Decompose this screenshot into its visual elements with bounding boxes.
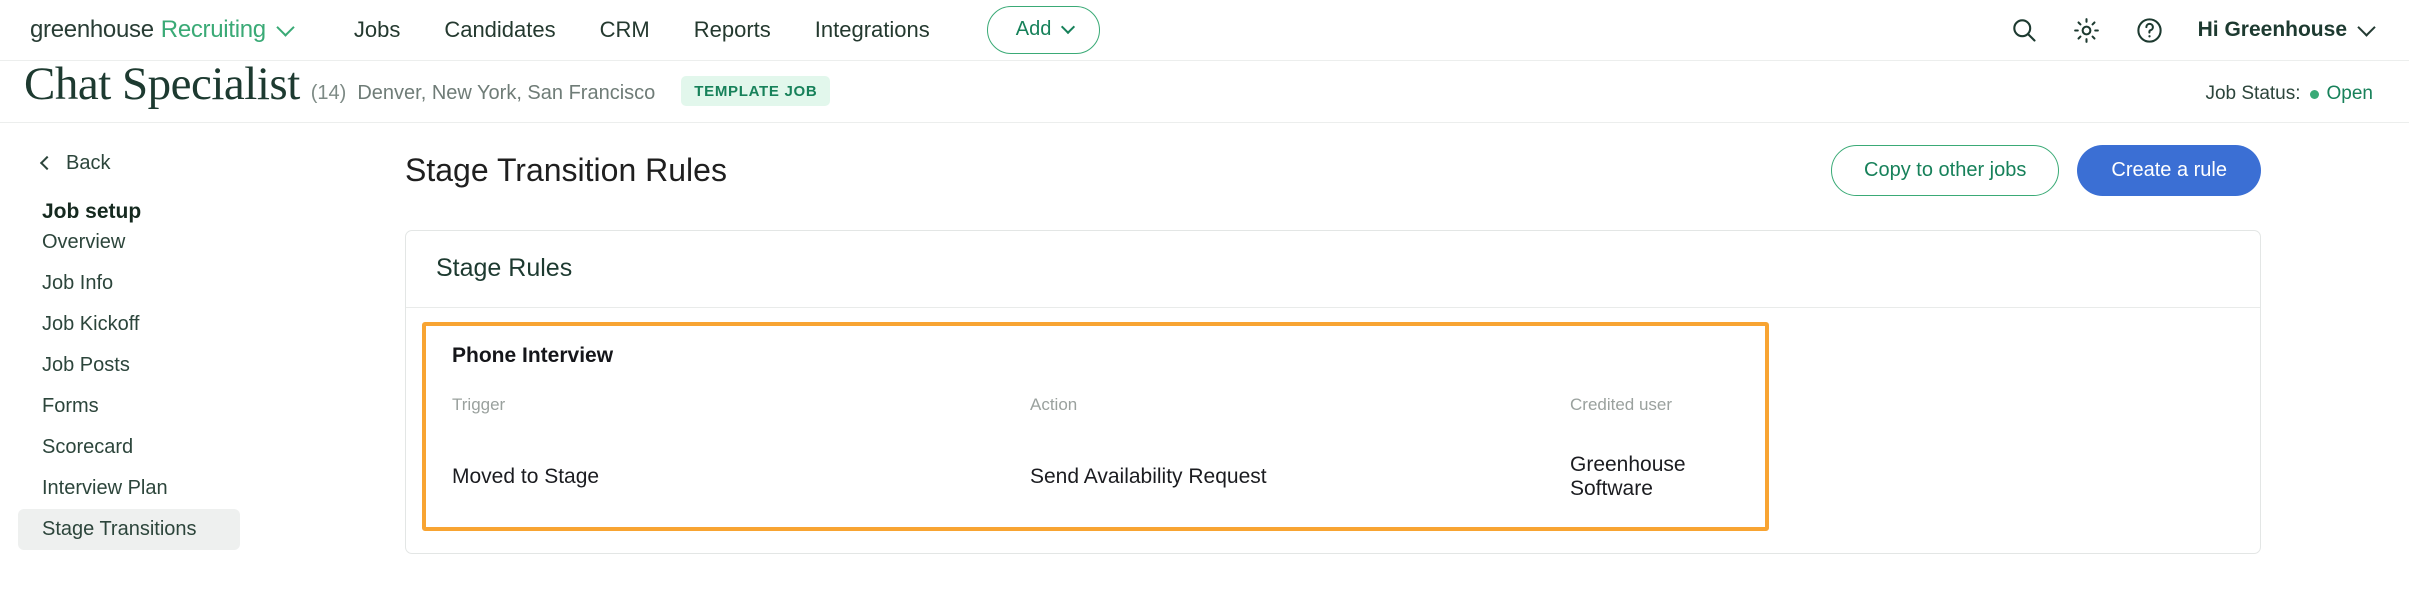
- job-status-label: Job Status:: [2205, 83, 2301, 104]
- card-body: Phone Interview Trigger Action Credited …: [406, 308, 2260, 553]
- sidebar-item-label: Job Kickoff: [42, 313, 140, 335]
- sidebar-section-heading: Job setup: [42, 200, 142, 223]
- column-header-action: Action: [1030, 395, 1078, 414]
- rules-table: Trigger Action Credited user Moved to St…: [452, 395, 1739, 501]
- column-header-trigger: Trigger: [452, 395, 506, 414]
- nav-link-reports[interactable]: Reports: [672, 17, 793, 43]
- job-count: (14): [310, 82, 347, 104]
- section-title: Stage Transition Rules: [405, 152, 727, 188]
- greenhouse-logo[interactable]: greenhouse Recruiting: [30, 16, 295, 44]
- sidebar-item-scorecard[interactable]: Scorecard: [18, 427, 240, 468]
- top-navigation-bar: greenhouse Recruiting Jobs Candidates CR…: [0, 0, 2409, 61]
- sidebar-item-job-kickoff[interactable]: Job Kickoff: [18, 304, 240, 345]
- table-row[interactable]: Moved to Stage Send Availability Request…: [452, 453, 1739, 501]
- nav-link-integrations[interactable]: Integrations: [793, 17, 952, 43]
- table-header-row: Trigger Action Credited user: [452, 395, 1739, 453]
- back-button[interactable]: Back: [0, 148, 260, 178]
- user-menu[interactable]: Hi Greenhouse: [2197, 17, 2376, 42]
- search-icon[interactable]: [2010, 16, 2038, 44]
- sidebar-item-label: Job Posts: [42, 354, 130, 376]
- job-status: Job Status: Open: [2205, 83, 2373, 105]
- header-actions: Copy to other jobs Create a rule: [1831, 145, 2261, 196]
- sidebar-item-label: Overview: [42, 231, 126, 253]
- sidebar-item-label: Scorecard: [42, 436, 134, 458]
- add-button[interactable]: Add: [986, 6, 1101, 54]
- main-header: Stage Transition Rules Copy to other job…: [405, 145, 2261, 196]
- nav-right-cluster: Hi Greenhouse: [2010, 16, 2376, 45]
- nav-link-candidates[interactable]: Candidates: [422, 17, 577, 43]
- page-body: Back Job setup Overview Job Info Job Kic…: [0, 123, 2409, 590]
- add-button-label: Add: [1015, 18, 1052, 40]
- stage-rules-card: Stage Rules Phone Interview Trigger Acti…: [405, 230, 2261, 554]
- create-a-rule-button[interactable]: Create a rule: [2077, 145, 2261, 196]
- chevron-down-icon: [2357, 17, 2376, 37]
- highlighted-rule-block[interactable]: Phone Interview Trigger Action Credited …: [422, 322, 1769, 531]
- nav-link-crm[interactable]: CRM: [578, 17, 672, 43]
- logo-secondary-text: Recruiting: [160, 16, 266, 43]
- sidebar-item-label: Forms: [42, 395, 99, 417]
- sidebar-item-overview[interactable]: Overview: [18, 222, 240, 263]
- user-greeting-label: Hi Greenhouse: [2197, 18, 2347, 41]
- chevron-down-icon: [276, 17, 295, 37]
- logo-primary-text: greenhouse: [30, 16, 154, 43]
- cell-trigger: Moved to Stage: [452, 465, 600, 488]
- status-badge: TEMPLATE JOB: [681, 76, 831, 106]
- rule-stage-name: Phone Interview: [452, 344, 614, 367]
- chevron-down-icon: [1061, 19, 1076, 35]
- sidebar: Back Job setup Overview Job Info Job Kic…: [0, 123, 260, 590]
- sidebar-item-job-posts[interactable]: Job Posts: [18, 345, 240, 386]
- sidebar-item-job-info[interactable]: Job Info: [18, 263, 240, 304]
- primary-nav-links: Jobs Candidates CRM Reports Integrations: [332, 17, 952, 43]
- chevron-left-icon: [39, 155, 55, 171]
- column-header-credited-user: Credited user: [1570, 395, 1673, 414]
- status-dot-icon: [2309, 89, 2319, 99]
- job-status-value: Open: [2326, 83, 2373, 104]
- sidebar-item-label: Stage Transitions: [42, 518, 197, 540]
- page-title: Chat Specialist: [24, 58, 300, 110]
- job-title-bar: Chat Specialist (14) Denver, New York, S…: [0, 61, 2409, 123]
- sidebar-item-label: Job Info: [42, 272, 114, 294]
- card-heading: Stage Rules: [406, 231, 2260, 308]
- cell-credited-user: Greenhouse Software: [1570, 453, 1686, 500]
- question-circle-icon[interactable]: [2135, 16, 2164, 45]
- sidebar-item-label: Interview Plan: [42, 477, 168, 499]
- nav-link-jobs[interactable]: Jobs: [332, 17, 422, 43]
- sidebar-item-stage-transitions[interactable]: Stage Transitions: [18, 509, 240, 550]
- main-content: Stage Transition Rules Copy to other job…: [260, 123, 2409, 590]
- cell-action: Send Availability Request: [1030, 465, 1267, 488]
- gear-icon[interactable]: [2072, 16, 2101, 45]
- sidebar-item-interview-plan[interactable]: Interview Plan: [18, 468, 240, 509]
- back-button-label: Back: [66, 151, 111, 174]
- copy-to-other-jobs-button[interactable]: Copy to other jobs: [1831, 145, 2060, 196]
- sidebar-item-forms[interactable]: Forms: [18, 386, 240, 427]
- job-locations: Denver, New York, San Francisco: [357, 82, 656, 104]
